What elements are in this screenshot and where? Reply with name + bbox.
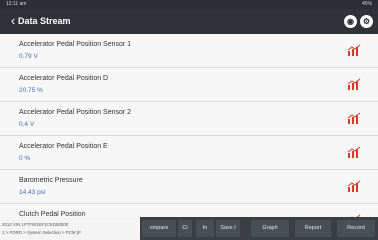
list-item[interactable]: Accelerator Pedal Position Sensor 1 0.79… — [0, 34, 378, 68]
screen: 12:11 am 45% ‹ Data Stream ◉ ⚙ Accelerat… — [0, 0, 378, 240]
parameter-name: Barometric Pressure — [19, 177, 83, 184]
parameter-value: 0.4 V — [19, 121, 35, 128]
record-button[interactable]: Record — [337, 220, 375, 237]
battery-indicator: 45% — [361, 1, 372, 7]
parameter-name: Accelerator Pedal Position E — [19, 143, 108, 150]
parameter-value: 0 % — [19, 155, 31, 162]
list-item[interactable]: Barometric Pressure 14.43 psi — [0, 170, 378, 204]
parameter-value: 0.79 V — [19, 53, 38, 60]
parameter-name: Accelerator Pedal Position D — [19, 75, 109, 82]
vehicle-path: 1 > FORD > System Selection > PCM [P — [2, 230, 81, 235]
parameter-name: Accelerator Pedal Position Sensor 1 — [19, 41, 132, 48]
parameter-value: 20.75 % — [19, 87, 43, 94]
vehicle-vin: 2012 VIN 1FTFW1EF1CKD00000 — [2, 222, 69, 227]
report-button[interactable]: Report — [295, 220, 331, 237]
compare-button[interactable]: ompare — [142, 220, 176, 237]
data-stream-list: Accelerator Pedal Position Sensor 1 0.79… — [0, 34, 378, 220]
parameter-name: Accelerator Pedal Position Sensor 2 — [19, 109, 132, 116]
graph-icon[interactable] — [347, 44, 361, 56]
page-title: Data Stream — [18, 16, 71, 26]
record-icon[interactable]: ◉ — [344, 15, 357, 28]
ci-button[interactable]: Ci — [178, 220, 192, 237]
settings-icon[interactable]: ⚙ — [360, 15, 373, 28]
status-time: 12:11 am — [6, 1, 27, 7]
app-header: ‹ Data Stream ◉ ⚙ — [0, 9, 378, 34]
bottom-toolbar: 2012 VIN 1FTFW1EF1CKD00000 1 > FORD > Sy… — [0, 217, 378, 240]
list-item[interactable]: Accelerator Pedal Position D 20.75 % — [0, 68, 378, 102]
graph-button[interactable]: Graph — [251, 220, 289, 237]
vehicle-info: 2012 VIN 1FTFW1EF1CKD00000 1 > FORD > Sy… — [0, 217, 140, 240]
save-button[interactable]: Save I — [216, 220, 240, 237]
graph-icon[interactable] — [347, 112, 361, 124]
parameter-value: 14.43 psi — [19, 189, 46, 196]
in-button[interactable]: In — [196, 220, 214, 237]
graph-icon[interactable] — [347, 146, 361, 158]
status-bar: 12:11 am 45% — [0, 0, 378, 9]
list-item[interactable]: Accelerator Pedal Position E 0 % — [0, 136, 378, 170]
graph-icon[interactable] — [347, 180, 361, 192]
graph-icon[interactable] — [347, 78, 361, 90]
list-item[interactable]: Accelerator Pedal Position Sensor 2 0.4 … — [0, 102, 378, 136]
